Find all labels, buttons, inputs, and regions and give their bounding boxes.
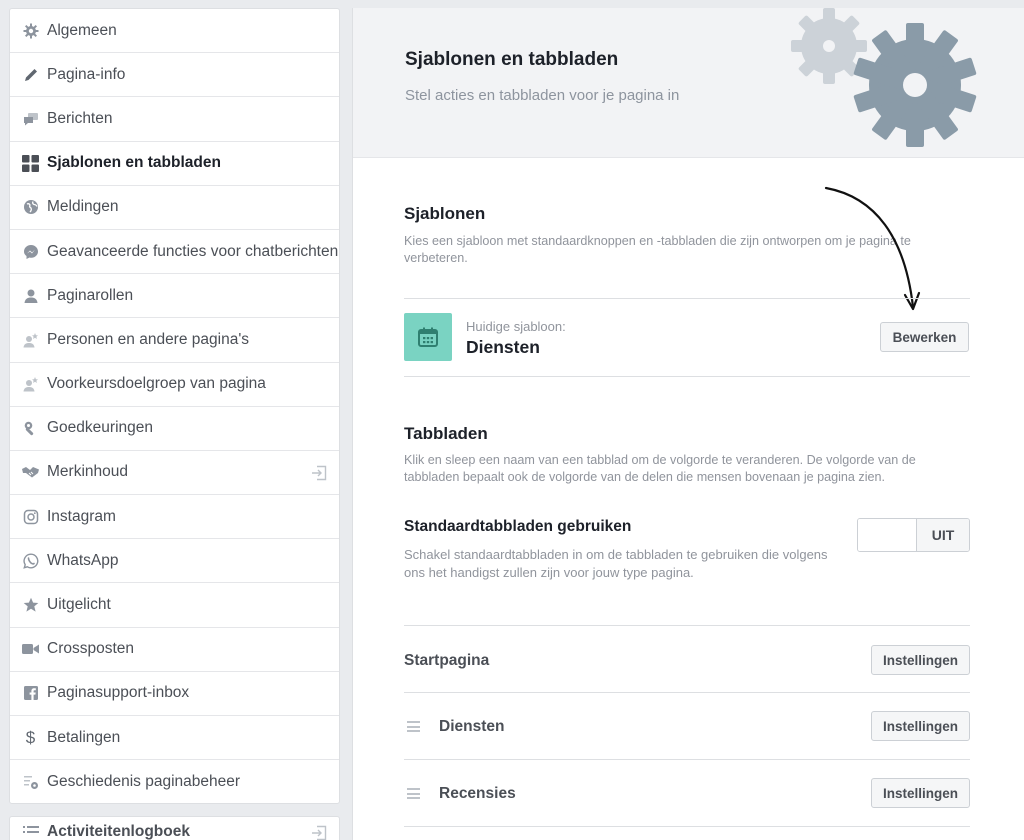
sidebar-item-label: Voorkeursdoelgroep van pagina	[47, 375, 266, 393]
video-camera-icon	[22, 641, 39, 658]
sidebar-item-personen-paginas[interactable]: Personen en andere pagina's	[10, 318, 339, 363]
sidebar-item-label: Meldingen	[47, 198, 119, 216]
tab-row-diensten[interactable]: Diensten Instellingen	[404, 692, 970, 759]
current-template-name: Diensten	[466, 337, 540, 357]
export-icon[interactable]	[311, 825, 327, 840]
sidebar-item-label: Sjablonen en tabbladen	[47, 154, 221, 172]
grid-icon	[22, 154, 39, 172]
page-subtitle: Stel acties en tabbladen voor je pagina …	[405, 87, 680, 104]
sidebar-item-paginarollen[interactable]: Paginarollen	[10, 274, 339, 319]
page-title: Sjablonen en tabbladen	[405, 49, 619, 70]
sidebar-item-label: Pagina-info	[47, 65, 126, 83]
toggle-knob	[858, 519, 917, 551]
sidebar-item-label: Paginasupport-inbox	[47, 684, 190, 702]
current-template-label: Huidige sjabloon:	[466, 319, 566, 334]
sidebar-item-label: Betalingen	[47, 728, 121, 746]
sidebar-item-uitgelicht[interactable]: Uitgelicht	[10, 583, 339, 628]
sidebar-item-activiteitenlogboek[interactable]: Activiteitenlogboek	[10, 817, 339, 840]
gears-illustration-icon	[791, 8, 977, 147]
sidebar-item-label: Goedkeuringen	[47, 419, 153, 437]
globe-icon	[22, 199, 39, 216]
edit-template-button[interactable]: Bewerken	[880, 322, 969, 352]
tab-name: Diensten	[439, 718, 505, 735]
sidebar-item-betalingen[interactable]: $ Betalingen	[10, 716, 339, 761]
person-star-icon	[22, 376, 39, 393]
sidebar-item-merkinhoud[interactable]: Merkinhoud	[10, 451, 339, 496]
sidebar-item-sjablonen[interactable]: Sjablonen en tabbladen	[10, 142, 339, 186]
sidebar-item-label: Paginarollen	[47, 286, 134, 304]
default-tabs-title: Standaardtabbladen gebruiken	[404, 518, 632, 535]
sidebar-item-crossposten[interactable]: Crossposten	[10, 628, 339, 672]
sidebar-item-berichten[interactable]: Berichten	[10, 97, 339, 142]
divider	[404, 376, 970, 377]
sidebar-item-paginasupport-inbox[interactable]: Paginasupport-inbox	[10, 672, 339, 716]
tab-name: Recensies	[439, 785, 516, 802]
facebook-icon	[22, 685, 39, 702]
drag-handle-icon[interactable]	[407, 721, 420, 732]
tab-row-recensies[interactable]: Recensies Instellingen	[404, 759, 970, 826]
secondary-sidebar: Activiteitenlogboek	[9, 816, 340, 840]
settings-sidebar: Algemeen Pagina-info Berichten Sjablonen…	[9, 8, 340, 804]
sidebar-item-label: Instagram	[47, 507, 116, 525]
arrow-annotation-icon	[824, 186, 921, 311]
sidebar-item-geavanceerde-functies[interactable]: Geavanceerde functies voor chatberichten	[10, 230, 339, 275]
toggle-state-label: UIT	[917, 519, 969, 551]
tab-row-startpagina: Startpagina Instellingen	[404, 625, 970, 692]
template-calendar-icon	[404, 313, 452, 361]
sidebar-item-geschiedenis[interactable]: Geschiedenis paginabeheer	[10, 760, 339, 803]
export-icon[interactable]	[311, 465, 327, 481]
sidebar-item-label: Geschiedenis paginabeheer	[47, 773, 241, 791]
chat-bubbles-icon	[22, 110, 39, 127]
wrench-icon	[22, 420, 39, 437]
tab-settings-button[interactable]: Instellingen	[870, 778, 970, 808]
person-icon	[22, 287, 39, 304]
whatsapp-icon	[22, 552, 39, 569]
instagram-icon	[22, 508, 39, 525]
sidebar-item-label: Merkinhoud	[47, 463, 128, 481]
tabs-description: Klik en sleep een naam van een tabblad o…	[404, 453, 916, 484]
divider	[404, 826, 970, 827]
tab-settings-button[interactable]: Instellingen	[870, 645, 970, 675]
sidebar-item-voorkeursdoelgroep[interactable]: Voorkeursdoelgroep van pagina	[10, 363, 339, 407]
sidebar-item-pagina-info[interactable]: Pagina-info	[10, 53, 339, 98]
drag-handle-icon[interactable]	[407, 788, 420, 799]
sidebar-item-instagram[interactable]: Instagram	[10, 495, 339, 540]
sidebar-item-label: Personen en andere pagina's	[47, 330, 250, 348]
sidebar-item-label: Crossposten	[47, 640, 135, 658]
sidebar-item-label: Berichten	[47, 109, 113, 127]
list-icon	[22, 823, 39, 840]
gear-icon	[22, 22, 39, 39]
sidebar-item-algemeen[interactable]: Algemeen	[10, 9, 339, 54]
default-tabs-toggle[interactable]: UIT	[857, 518, 970, 552]
sidebar-item-meldingen[interactable]: Meldingen	[10, 186, 339, 230]
sidebar-item-whatsapp[interactable]: WhatsApp	[10, 539, 339, 584]
sidebar-item-label: Algemeen	[47, 21, 117, 39]
sidebar-item-label: Geavanceerde functies voor chatberichten	[47, 242, 339, 260]
handshake-icon	[22, 464, 39, 481]
person-star-icon	[22, 331, 39, 348]
sidebar-item-label: Activiteitenlogboek	[47, 823, 190, 840]
page-header: Sjablonen en tabbladen Stel acties en ta…	[353, 8, 1024, 158]
templates-title: Sjablonen	[404, 204, 486, 223]
dollar-icon: $	[25, 727, 36, 747]
tabs-title: Tabbladen	[404, 424, 488, 443]
sidebar-item-label: Uitgelicht	[47, 596, 111, 614]
sidebar-item-label: WhatsApp	[47, 551, 119, 569]
pencil-icon	[22, 66, 39, 83]
sidebar-item-goedkeuringen[interactable]: Goedkeuringen	[10, 407, 339, 451]
history-gear-icon	[22, 774, 39, 791]
divider	[404, 298, 970, 299]
tab-name: Startpagina	[404, 652, 490, 669]
tab-settings-button[interactable]: Instellingen	[870, 711, 970, 741]
messenger-icon	[22, 243, 39, 260]
star-icon	[22, 597, 39, 614]
default-tabs-description: Schakel standaardtabbladen in om de tabb…	[404, 547, 828, 580]
